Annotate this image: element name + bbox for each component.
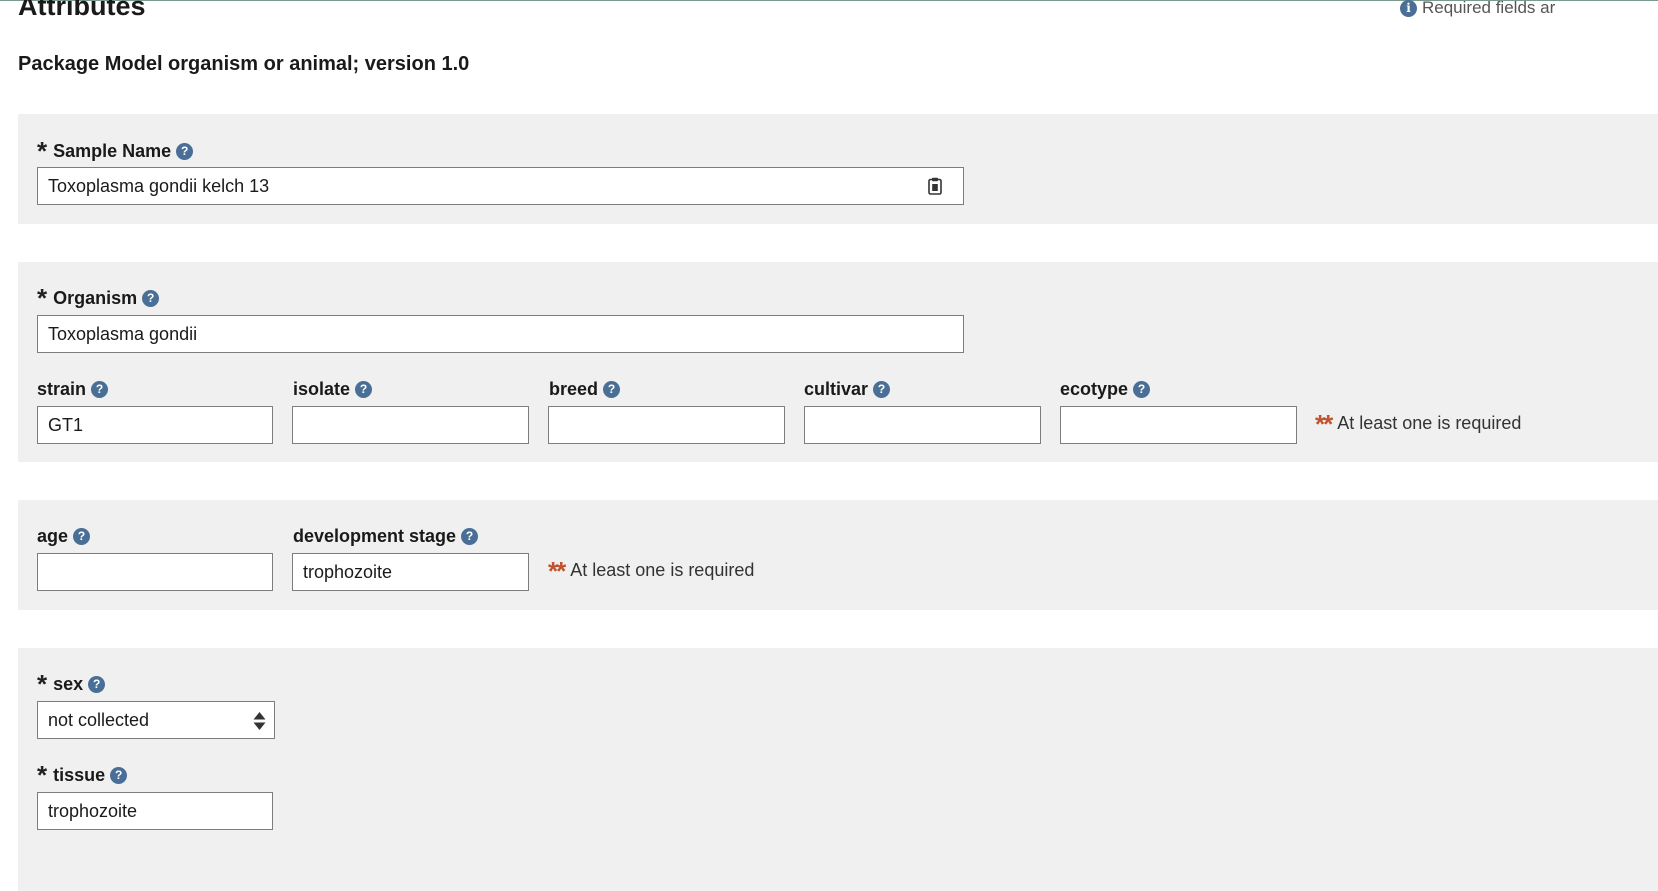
breed-label-text: breed: [549, 379, 599, 399]
group-required-text: At least one is required: [1337, 413, 1522, 433]
ecotype-label: ecotype ?: [1060, 378, 1151, 400]
sample-name-label-text: Sample Name: [53, 141, 172, 161]
sex-label: * sex ?: [37, 669, 106, 699]
page-title: Attributes: [18, 0, 146, 21]
sort-arrows-icon: [253, 712, 266, 730]
age-label-text: age: [37, 526, 69, 546]
tissue-label-text: tissue: [53, 765, 106, 785]
help-icon[interactable]: ?: [88, 675, 106, 693]
organism-panel: * Organism ? strain ? isolate ? breed ? …: [18, 262, 1658, 462]
isolate-label: isolate ?: [293, 378, 373, 400]
ecotype-input[interactable]: [1060, 406, 1297, 444]
age-input[interactable]: [37, 553, 273, 591]
help-icon[interactable]: ?: [1133, 380, 1151, 398]
isolate-input[interactable]: [292, 406, 529, 444]
help-icon[interactable]: ?: [603, 380, 621, 398]
tissue-label: * tissue ?: [37, 760, 128, 790]
isolate-label-text: isolate: [293, 379, 351, 399]
group-required-star: **: [548, 555, 566, 586]
help-icon[interactable]: ?: [73, 527, 91, 545]
strain-input[interactable]: [37, 406, 273, 444]
help-icon[interactable]: ?: [461, 527, 479, 545]
breed-input[interactable]: [548, 406, 785, 444]
sample-name-panel: * Sample Name ?: [18, 114, 1658, 224]
help-icon[interactable]: ?: [142, 289, 160, 307]
ecotype-label-text: ecotype: [1060, 379, 1129, 399]
sex-tissue-panel: * sex ? not collected * tissue ?: [18, 648, 1658, 891]
development-stage-label-text: development stage: [293, 526, 457, 546]
help-icon[interactable]: ?: [110, 766, 128, 784]
age-label: age ?: [37, 525, 91, 547]
organism-label: * Organism ?: [37, 283, 160, 313]
clipboard-icon[interactable]: [928, 177, 942, 195]
required-fields-text: Required fields ar: [1422, 0, 1556, 17]
sex-select[interactable]: not collected: [37, 701, 275, 739]
sex-label-text: sex: [53, 674, 84, 694]
package-title: Package Model organism or animal; versio…: [18, 53, 470, 75]
group-required-star: **: [1315, 408, 1333, 439]
group-required-note: ** At least one is required: [1315, 408, 1522, 439]
sample-name-input[interactable]: [37, 167, 964, 205]
development-stage-label: development stage ?: [293, 525, 479, 547]
required-star: *: [37, 283, 48, 313]
development-stage-input[interactable]: [292, 553, 529, 591]
help-icon[interactable]: ?: [355, 380, 373, 398]
required-star: *: [37, 760, 48, 790]
strain-label-text: strain: [37, 379, 87, 399]
help-icon[interactable]: ?: [176, 142, 194, 160]
group-required-note: ** At least one is required: [548, 555, 755, 586]
breed-label: breed ?: [549, 378, 621, 400]
info-icon: i: [1400, 0, 1417, 17]
group-required-text: At least one is required: [570, 560, 755, 580]
organism-label-text: Organism: [53, 288, 138, 308]
help-icon[interactable]: ?: [91, 380, 109, 398]
required-star: *: [37, 669, 48, 699]
cultivar-label-text: cultivar: [804, 379, 869, 399]
tissue-input[interactable]: [37, 792, 273, 830]
sex-select-value: not collected: [48, 709, 150, 730]
strain-label: strain ?: [37, 378, 109, 400]
age-panel: age ? development stage ? ** At least on…: [18, 500, 1658, 610]
sample-name-label: * Sample Name ?: [37, 136, 194, 166]
cultivar-input[interactable]: [804, 406, 1041, 444]
organism-input[interactable]: [37, 315, 964, 353]
help-icon[interactable]: ?: [873, 380, 891, 398]
required-fields-note: i Required fields ar: [1400, 0, 1555, 18]
required-star: *: [37, 136, 48, 166]
cultivar-label: cultivar ?: [804, 378, 891, 400]
